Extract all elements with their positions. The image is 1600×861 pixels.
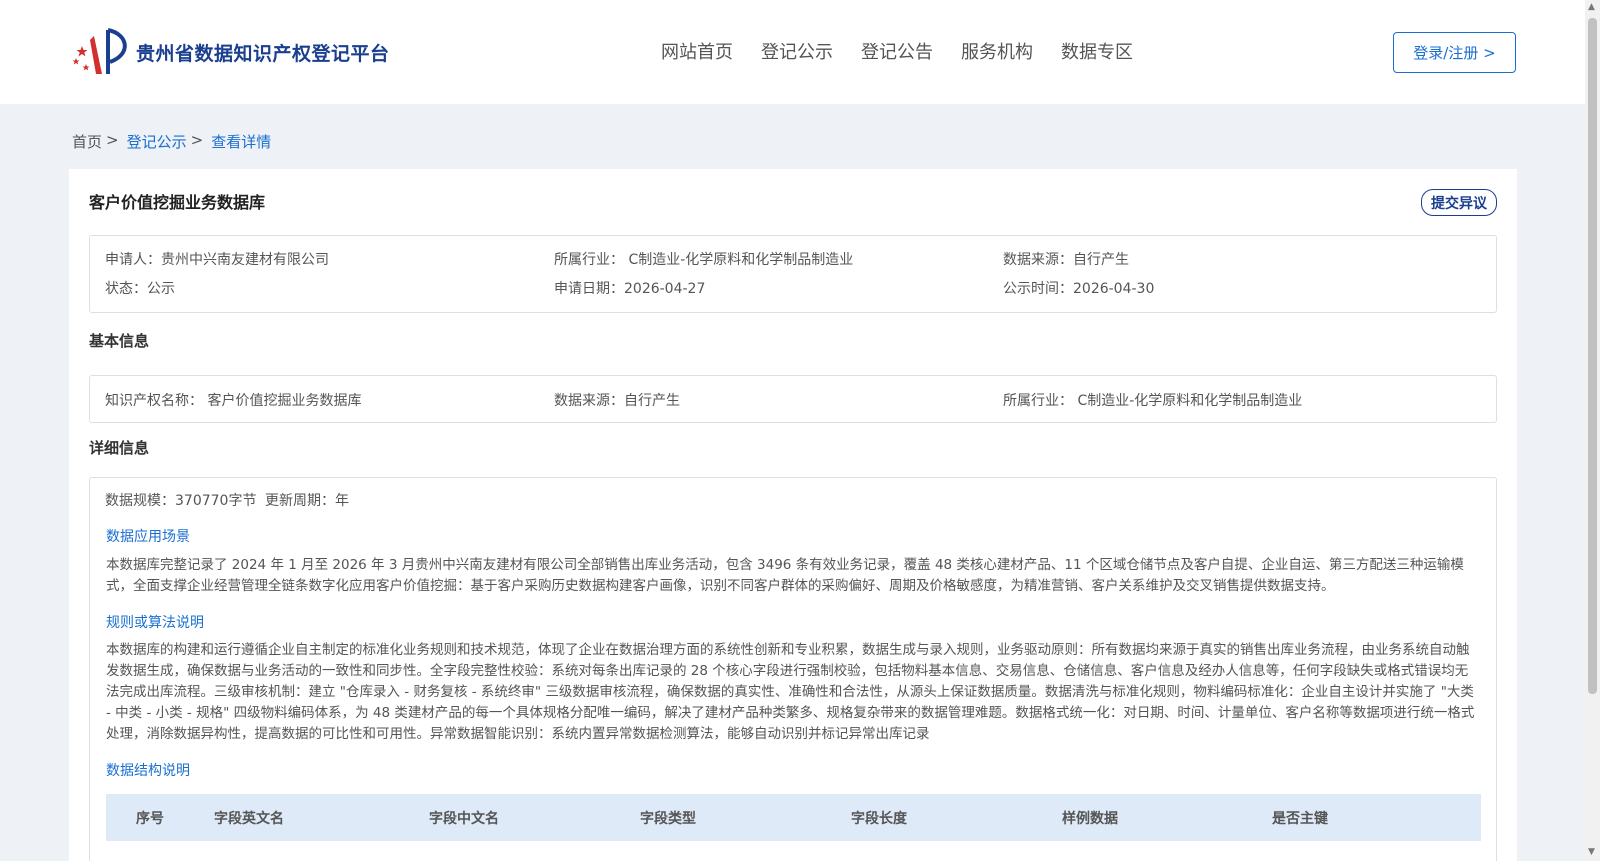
publish-time: 公示时间：2026-04-30 <box>1003 281 1155 297</box>
login-register-button[interactable]: 登录/注册 > <box>1393 32 1516 73</box>
submit-objection-button[interactable]: 提交异议 <box>1421 189 1497 216</box>
update-cycle: 更新周期：年 <box>265 493 349 509</box>
rules-text: 本数据库的构建和运行遵循企业自主制定的标准化业务规则和技术规范，体现了企业在数据… <box>106 642 1475 742</box>
col-primary-key: 是否主键 <box>1272 811 1328 827</box>
data-structure-table-header: 序号 字段英文名 字段中文名 字段类型 字段长度 样例数据 是否主键 <box>106 794 1481 841</box>
data-scale: 数据规模：370770字节 <box>105 493 257 509</box>
nav-item-data-zone[interactable]: 数据专区 <box>1061 38 1133 64</box>
vertical-scrollbar[interactable]: ▲ ▼ <box>1585 0 1600 861</box>
data-structure-heading: 数据结构说明 <box>106 763 190 779</box>
detail-info-panel: 数据规模：370770字节 更新周期：年 数据应用场景 本数据库完整记录了 20… <box>89 477 1497 861</box>
scrollbar-thumb[interactable] <box>1588 18 1597 694</box>
site-logo[interactable]: 贵州省数据知识产权登记平台 <box>72 26 390 78</box>
breadcrumb-home[interactable]: 首页 <box>72 131 102 152</box>
col-index: 序号 <box>136 811 164 827</box>
col-field-type: 字段类型 <box>640 811 696 827</box>
breadcrumb-registration-publicity[interactable]: 登记公示 <box>127 131 187 152</box>
apply-date: 申请日期：2026-04-27 <box>554 281 706 297</box>
basic-info-heading: 基本信息 <box>89 332 150 350</box>
applicant: 申请人：贵州中兴南友建材有限公司 <box>105 252 329 268</box>
breadcrumb-view-details: 查看详情 <box>211 133 272 151</box>
scroll-down-arrow-icon[interactable]: ▼ <box>1588 847 1595 857</box>
application-scenario-heading: 数据应用场景 <box>106 529 190 545</box>
basic-info-panel: 知识产权名称： 客户价值挖掘业务数据库 数据来源：自行产生 所属行业： C制造业… <box>89 375 1497 423</box>
record-summary-panel: 申请人：贵州中兴南友建材有限公司 所属行业： C制造业-化学原料和化学制品制造业… <box>89 235 1497 313</box>
col-field-length: 字段长度 <box>851 811 907 827</box>
col-field-english-name: 字段英文名 <box>214 811 284 827</box>
detail-info-heading: 详细信息 <box>89 439 150 457</box>
industry: 所属行业： C制造业-化学原料和化学制品制造业 <box>554 252 854 268</box>
breadcrumb-separator: > <box>106 131 119 149</box>
rules-heading: 规则或算法说明 <box>106 615 204 631</box>
detail-card: 客户价值挖掘业务数据库 提交异议 申请人：贵州中兴南友建材有限公司 所属行业： … <box>69 169 1517 861</box>
col-field-chinese-name: 字段中文名 <box>429 811 499 827</box>
nav-item-service-agencies[interactable]: 服务机构 <box>961 38 1033 64</box>
data-source: 数据来源：自行产生 <box>1003 252 1129 268</box>
site-header: 贵州省数据知识产权登记平台 网站首页 登记公示 登记公告 服务机构 数据专区 登… <box>0 0 1585 104</box>
main-nav: 网站首页 登记公示 登记公告 服务机构 数据专区 <box>661 38 1161 64</box>
scroll-up-arrow-icon[interactable]: ▲ <box>1588 2 1595 12</box>
breadcrumb: 首页 > 登记公示 > 查看详情 <box>72 131 271 152</box>
logo-emblem-icon <box>72 28 127 74</box>
nav-item-home[interactable]: 网站首页 <box>661 38 733 64</box>
ip-name: 知识产权名称： 客户价值挖掘业务数据库 <box>105 393 362 409</box>
nav-item-registration-announcement[interactable]: 登记公告 <box>861 38 933 64</box>
breadcrumb-separator: > <box>190 131 204 149</box>
basic-data-source: 数据来源：自行产生 <box>554 393 680 409</box>
basic-industry: 所属行业： C制造业-化学原料和化学制品制造业 <box>1003 393 1303 409</box>
application-scenario-text: 本数据库完整记录了 2024 年 1 月至 2026 年 3 月贵州中兴南友建材… <box>106 557 1464 594</box>
col-sample-data: 样例数据 <box>1062 811 1118 827</box>
record-title: 客户价值挖掘业务数据库 <box>89 193 266 212</box>
nav-item-registration-publicity[interactable]: 登记公示 <box>761 38 833 64</box>
logo-text: 贵州省数据知识产权登记平台 <box>136 42 390 65</box>
status: 状态：公示 <box>105 281 175 297</box>
